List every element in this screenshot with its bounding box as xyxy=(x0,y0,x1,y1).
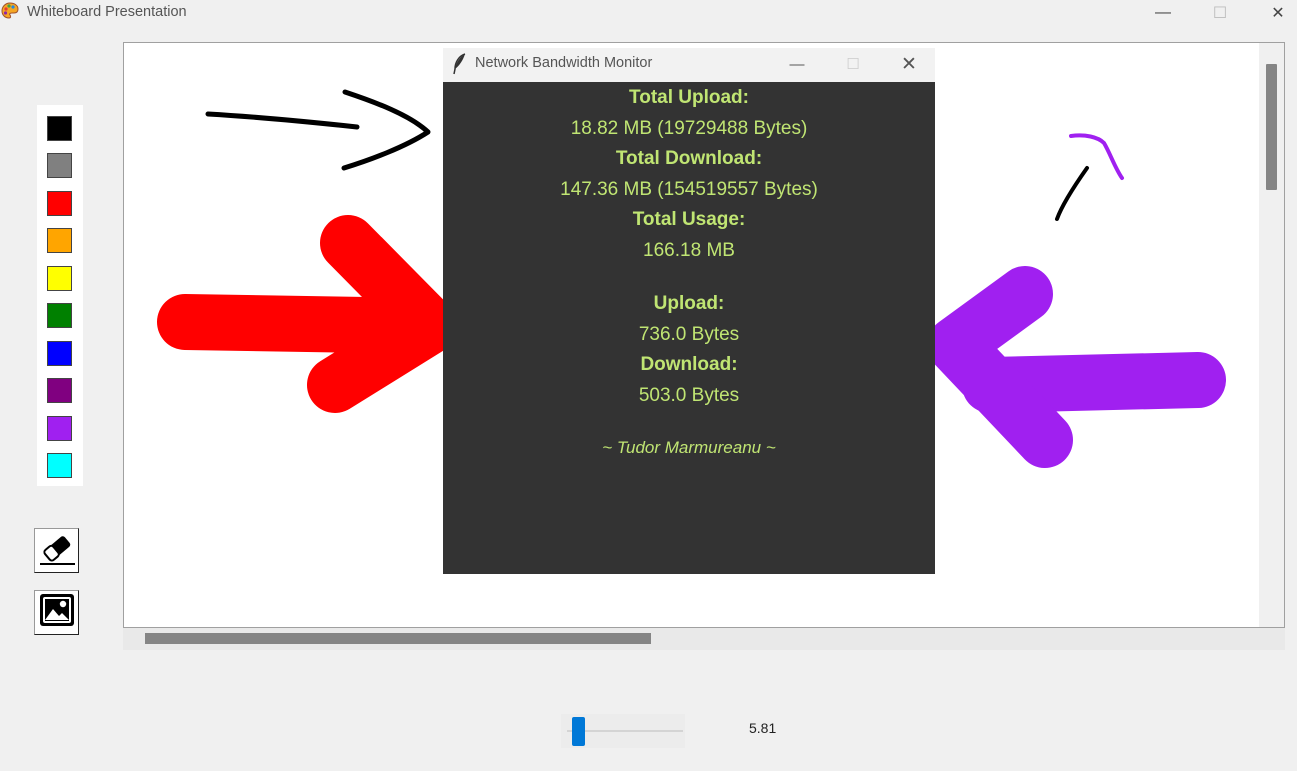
download-value: 503.0 Bytes xyxy=(638,385,740,406)
total-download-value: 147.36 MB (154519557 Bytes) xyxy=(560,179,818,200)
total-upload-value: 18.82 MB (19729488 Bytes) xyxy=(570,118,808,139)
network-monitor-panel: Total Upload: 18.82 MB (19729488 Bytes) … xyxy=(443,82,935,574)
total-usage-label: Total Usage: xyxy=(632,209,746,230)
download-label: Download: xyxy=(640,354,738,375)
total-download-label: Total Download: xyxy=(615,148,763,169)
brush-size-slider[interactable] xyxy=(561,714,685,748)
black-small-stroke xyxy=(1055,166,1089,221)
network-monitor-window[interactable]: Network Bandwidth Monitor — ☐ ✕ Total Up… xyxy=(443,48,935,574)
monitor-minimize-button[interactable]: — xyxy=(777,50,817,78)
total-usage-value: 166.18 MB xyxy=(643,240,735,261)
slider-thumb[interactable] xyxy=(572,717,586,746)
feather-icon xyxy=(452,53,468,75)
monitor-maximize-button[interactable]: ☐ xyxy=(833,50,873,78)
total-upload-label: Total Upload: xyxy=(629,87,749,108)
monitor-close-button[interactable]: ✕ xyxy=(889,50,929,78)
brush-size-value: 5.81 xyxy=(749,720,777,736)
upload-value: 736.0 Bytes xyxy=(638,324,740,345)
author-signature: ~ Tudor Marmureanu ~ xyxy=(602,438,776,457)
black-arrow-stroke xyxy=(205,89,431,171)
network-monitor-title: Network Bandwidth Monitor xyxy=(475,55,653,71)
purple-arrow-stroke xyxy=(927,266,1226,468)
network-monitor-titlebar[interactable]: Network Bandwidth Monitor — ☐ ✕ xyxy=(443,48,935,82)
purple-small-stroke xyxy=(1069,133,1124,180)
upload-label: Upload: xyxy=(653,293,725,314)
red-arrow-stroke xyxy=(157,215,458,413)
